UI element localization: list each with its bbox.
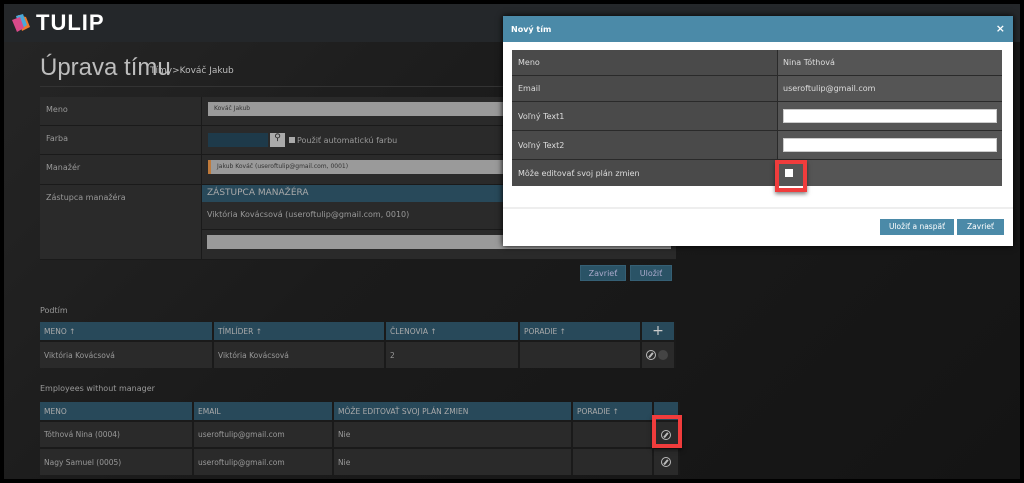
- manager-label: Manažér: [40, 155, 202, 184]
- dialog-close-button[interactable]: Zavrieť: [957, 219, 1004, 235]
- color-label: Farba: [40, 126, 202, 154]
- auto-color-checkbox[interactable]: [289, 137, 295, 143]
- table-row: Tóthová Nina (0004) useroftulip@gmail.com…: [40, 420, 680, 448]
- dialog-form: Meno Nina Tóthová Email useroftulip@gmail.…: [512, 50, 1002, 186]
- cell-can-edit: Nie: [333, 420, 573, 448]
- col-order[interactable]: PORADIE ↑: [572, 402, 654, 421]
- breadcrumb[interactable]: Tímy>Kováč Jakub: [150, 66, 234, 76]
- employee-dialog: Nový tím × Meno Nina Tóthová Email useroft…: [503, 16, 1013, 246]
- edit-icon[interactable]: [646, 350, 656, 360]
- text2-input[interactable]: [783, 138, 997, 152]
- cell-can-edit: Nie: [333, 447, 573, 475]
- save-button[interactable]: Uložiť: [630, 265, 672, 281]
- email-label: Email: [512, 76, 778, 101]
- save-and-back-button[interactable]: Uložiť a naspäť: [880, 219, 954, 235]
- logo[interactable]: TULIP: [10, 10, 105, 36]
- col-name[interactable]: MENO ↑: [40, 322, 214, 341]
- dialog-footer-divider: [503, 207, 1013, 209]
- close-button[interactable]: Zavrieť: [580, 265, 626, 281]
- cell-order: [572, 420, 654, 448]
- cell-order: [519, 340, 642, 368]
- col-can-edit[interactable]: MÔŽE EDITOVAŤ SVOJ PLÁN ZMIEN: [333, 402, 573, 421]
- name-value: Nina Tóthová: [778, 50, 1002, 75]
- cell-order: [572, 447, 654, 475]
- deputy-label: Zástupca manažéra: [40, 185, 202, 259]
- auto-color-label: Použiť automatickú farbu: [297, 135, 398, 145]
- color-picker-button[interactable]: ⚲: [270, 133, 285, 147]
- app-frame: TULIP Úprava tímu Tímy>Kováč Jakub Meno K…: [4, 4, 1020, 479]
- cell-name: Tóthová Nina (0004): [40, 420, 194, 448]
- cell-name: Nagy Samuel (0005): [40, 447, 194, 475]
- color-input[interactable]: [208, 133, 268, 147]
- logo-text: TULIP: [36, 10, 105, 35]
- add-subteam-button[interactable]: +: [641, 322, 676, 341]
- edit-icon[interactable]: [661, 457, 671, 467]
- email-value: useroftulip@gmail.com: [778, 76, 1002, 101]
- col-email[interactable]: EMAIL: [193, 402, 334, 421]
- cell-name: Viktória Kovácsová: [40, 340, 214, 368]
- cell-members: 2: [385, 340, 520, 368]
- text1-input[interactable]: [783, 109, 997, 123]
- name-label: Meno: [512, 50, 778, 75]
- col-name[interactable]: MENO: [40, 402, 194, 421]
- text1-label: Voľný Text1: [512, 102, 778, 130]
- highlight-checkbox: [775, 160, 807, 192]
- delete-icon[interactable]: [658, 350, 669, 360]
- close-icon[interactable]: ×: [996, 22, 1005, 35]
- can-edit-label: Môže editovať svoj plán zmien: [512, 160, 778, 186]
- highlight-edit: [652, 415, 682, 448]
- table-row: Nagy Samuel (0005) useroftulip@gmail.com N…: [40, 447, 680, 475]
- dialog-title: Nový tím: [503, 16, 1013, 42]
- col-members[interactable]: ČLENOVIA ↑: [385, 322, 520, 341]
- employees-title: Employees without manager: [40, 384, 155, 393]
- subteams-title: Podtím: [40, 306, 68, 315]
- subteams-table: MENO ↑ TÍMLÍDER ↑ ČLENOVIA ↑ PORADIE ↑ + Vik…: [40, 322, 676, 368]
- employees-table: MENO EMAIL MÔŽE EDITOVAŤ SVOJ PLÁN ZMIEN PO…: [40, 402, 680, 475]
- search-icon: ⚲: [274, 133, 281, 143]
- cell-leader: Viktória Kovácsová: [213, 340, 386, 368]
- name-label: Meno: [40, 97, 202, 125]
- col-leader[interactable]: TÍMLÍDER ↑: [213, 322, 386, 341]
- cell-email: useroftulip@gmail.com: [193, 447, 334, 475]
- tulip-logo-icon: [12, 14, 30, 32]
- col-order[interactable]: PORADIE ↑: [519, 322, 642, 341]
- text2-label: Voľný Text2: [512, 131, 778, 159]
- table-row: Viktória Kovácsová Viktória Kovácsová 2: [40, 340, 676, 368]
- cell-email: useroftulip@gmail.com: [193, 420, 334, 448]
